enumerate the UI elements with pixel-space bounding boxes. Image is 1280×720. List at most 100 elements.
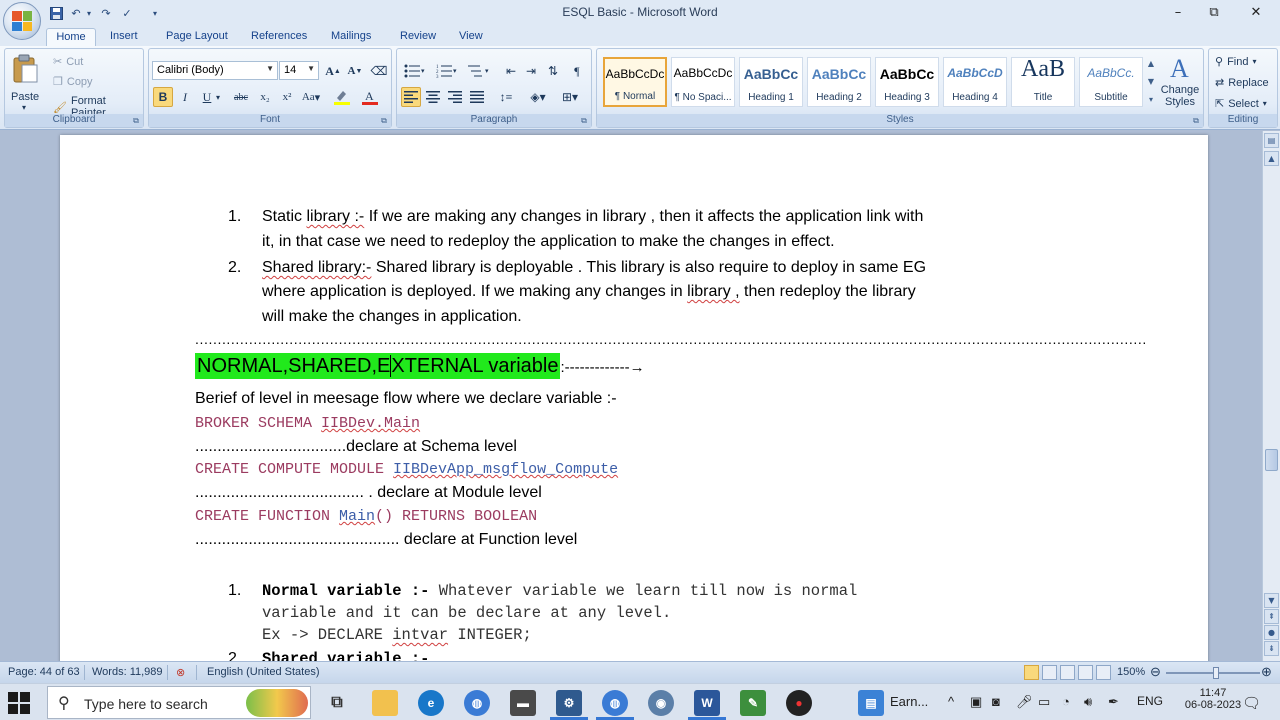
styles-scroll[interactable]: ▲ ▼ ▾: [1145, 55, 1157, 109]
tab-references[interactable]: References: [251, 28, 307, 46]
input-language[interactable]: ENG: [1137, 694, 1163, 708]
dialog-launcher-icon[interactable]: ⧉: [579, 116, 589, 126]
taskbar-search-box[interactable]: ⚲ Type here to search: [47, 686, 311, 719]
proofing-icon[interactable]: ⊗: [176, 666, 185, 679]
select-button[interactable]: ⇱ Select ▾: [1215, 97, 1267, 111]
style-title[interactable]: AaB Title: [1011, 56, 1075, 107]
zoom-in-icon[interactable]: ⊕: [1261, 664, 1272, 680]
style-heading-3[interactable]: AaBbCc Heading 3: [875, 57, 939, 107]
numbering-icon[interactable]: 1 2 3 ▾: [433, 61, 461, 81]
windows-start-icon[interactable]: [8, 692, 30, 714]
dialog-launcher-icon[interactable]: ⧉: [1191, 116, 1201, 126]
full-screen-reading-icon[interactable]: [1042, 665, 1057, 680]
superscript-button[interactable]: x²: [277, 87, 297, 107]
align-left-icon[interactable]: [401, 87, 421, 107]
replace-button[interactable]: ⇄ Replace: [1215, 76, 1269, 90]
align-center-icon[interactable]: [423, 87, 443, 107]
zoom-out-icon[interactable]: ⊖: [1150, 664, 1161, 680]
remote-app-icon[interactable]: ◉: [648, 690, 674, 716]
select-browse-object-icon[interactable]: ●: [1264, 625, 1279, 640]
dialog-launcher-icon[interactable]: ⧉: [379, 116, 389, 126]
earn-app-label[interactable]: Earn...: [890, 694, 928, 709]
microphone-icon[interactable]: 🎤︎: [1016, 694, 1033, 710]
zoom-slider-thumb[interactable]: [1213, 667, 1219, 679]
increase-indent-icon[interactable]: ⇥: [521, 61, 541, 81]
toolkit-app-icon[interactable]: ⚙: [556, 690, 582, 716]
draft-view-icon[interactable]: [1096, 665, 1111, 680]
style-normal[interactable]: AaBbCcDc ¶ Normal: [603, 57, 667, 107]
strikethrough-button[interactable]: abc: [229, 87, 253, 107]
font-name-select[interactable]: Calibri (Body) ▼: [152, 61, 278, 80]
sort-icon[interactable]: ⇅: [543, 61, 563, 81]
volume-icon[interactable]: 🔊︎: [1084, 694, 1092, 710]
notepad-app-icon[interactable]: ✎: [740, 690, 766, 716]
task-view-icon[interactable]: ⧉: [324, 690, 350, 716]
web-layout-icon[interactable]: [1060, 665, 1075, 680]
edge-browser-icon[interactable]: e: [418, 690, 444, 716]
decrease-indent-icon[interactable]: ⇤: [501, 61, 521, 81]
grow-font-button[interactable]: A ▲: [323, 61, 343, 81]
copy-button[interactable]: ❐ Copy: [53, 75, 93, 89]
style-heading-2[interactable]: AaBbCc Heading 2: [807, 57, 871, 107]
change-case-button[interactable]: Aa ▾: [299, 87, 323, 107]
document-page[interactable]: 1. Static library :- If we are making an…: [60, 135, 1208, 661]
show-formatting-icon[interactable]: ¶: [567, 61, 587, 81]
pen-icon[interactable]: ✒: [1108, 694, 1119, 710]
paste-button[interactable]: Paste ▾: [11, 54, 43, 114]
font-color-button[interactable]: A: [359, 87, 383, 107]
dialog-launcher-icon[interactable]: ⧉: [131, 116, 141, 126]
network-app-icon[interactable]: ◍: [602, 690, 628, 716]
page-count[interactable]: Page: 44 of 63: [8, 666, 80, 678]
office-button[interactable]: [3, 2, 41, 40]
zoom-level[interactable]: 150%: [1117, 666, 1145, 678]
globe-app-icon[interactable]: ◍: [464, 690, 490, 716]
close-button[interactable]: ✕: [1236, 1, 1276, 23]
change-styles-button[interactable]: A Change Styles: [1159, 53, 1201, 113]
battery-icon[interactable]: ▭: [1038, 694, 1050, 710]
scroll-down-icon[interactable]: ▼: [1264, 593, 1279, 608]
italic-button[interactable]: I: [175, 87, 195, 107]
tab-home[interactable]: Home: [46, 28, 96, 46]
style-heading-1[interactable]: AaBbCc Heading 1: [739, 57, 803, 107]
style-heading-4[interactable]: AaBbCcD Heading 4: [943, 57, 1007, 107]
earn-app-icon[interactable]: ▤: [858, 690, 884, 716]
file-explorer-icon[interactable]: [372, 690, 398, 716]
photos-app-icon[interactable]: ▬: [510, 690, 536, 716]
style-subtitle[interactable]: AaBbCc. Subtitle: [1079, 57, 1143, 107]
minimize-button[interactable]: –: [1158, 1, 1198, 23]
ruler-toggle-icon[interactable]: ▤: [1264, 133, 1279, 148]
find-button[interactable]: ⚲ Find ▾: [1215, 55, 1256, 69]
camera-icon[interactable]: ◙: [992, 694, 1000, 709]
tab-insert[interactable]: Insert: [110, 28, 138, 46]
vertical-scrollbar[interactable]: ▤ ▲ ▼ ⇞ ● ⇟: [1262, 131, 1280, 661]
multilevel-list-icon[interactable]: ▾: [465, 61, 493, 81]
scroll-thumb[interactable]: [1265, 449, 1278, 471]
outline-view-icon[interactable]: [1078, 665, 1093, 680]
scroll-up-icon[interactable]: ▲: [1264, 151, 1279, 166]
print-layout-view-icon[interactable]: [1024, 665, 1039, 680]
tab-view[interactable]: View: [459, 28, 483, 46]
wifi-icon[interactable]: ◔: [1062, 694, 1070, 709]
highlight-color-button[interactable]: [331, 87, 355, 107]
cut-button[interactable]: ✂ Cut: [53, 55, 83, 69]
align-right-icon[interactable]: [445, 87, 465, 107]
language-indicator[interactable]: English (United States): [207, 666, 320, 678]
meet-now-icon[interactable]: ▣: [970, 694, 982, 710]
bold-button[interactable]: B: [153, 87, 173, 107]
style-no-spacing[interactable]: AaBbCcDc ¶ No Spaci...: [671, 57, 735, 107]
recorder-app-icon[interactable]: ●: [786, 690, 812, 716]
restore-button[interactable]: ⧉: [1194, 1, 1234, 23]
tab-mailings[interactable]: Mailings: [331, 28, 371, 46]
shrink-font-button[interactable]: A ▼: [345, 61, 365, 81]
bullets-icon[interactable]: ▾: [401, 61, 429, 81]
tab-page-layout[interactable]: Page Layout: [166, 28, 228, 46]
clock[interactable]: 11:47 06-08-2023: [1184, 687, 1242, 711]
borders-icon[interactable]: ⊞▾: [557, 87, 583, 107]
notification-icon[interactable]: 🗨︎: [1242, 694, 1261, 712]
next-page-icon[interactable]: ⇟: [1264, 641, 1279, 656]
justify-icon[interactable]: [467, 87, 487, 107]
word-count[interactable]: Words: 11,989: [92, 666, 163, 678]
shading-icon[interactable]: ◈▾: [525, 87, 551, 107]
word-app-icon[interactable]: W: [694, 690, 720, 716]
tab-review[interactable]: Review: [400, 28, 436, 46]
